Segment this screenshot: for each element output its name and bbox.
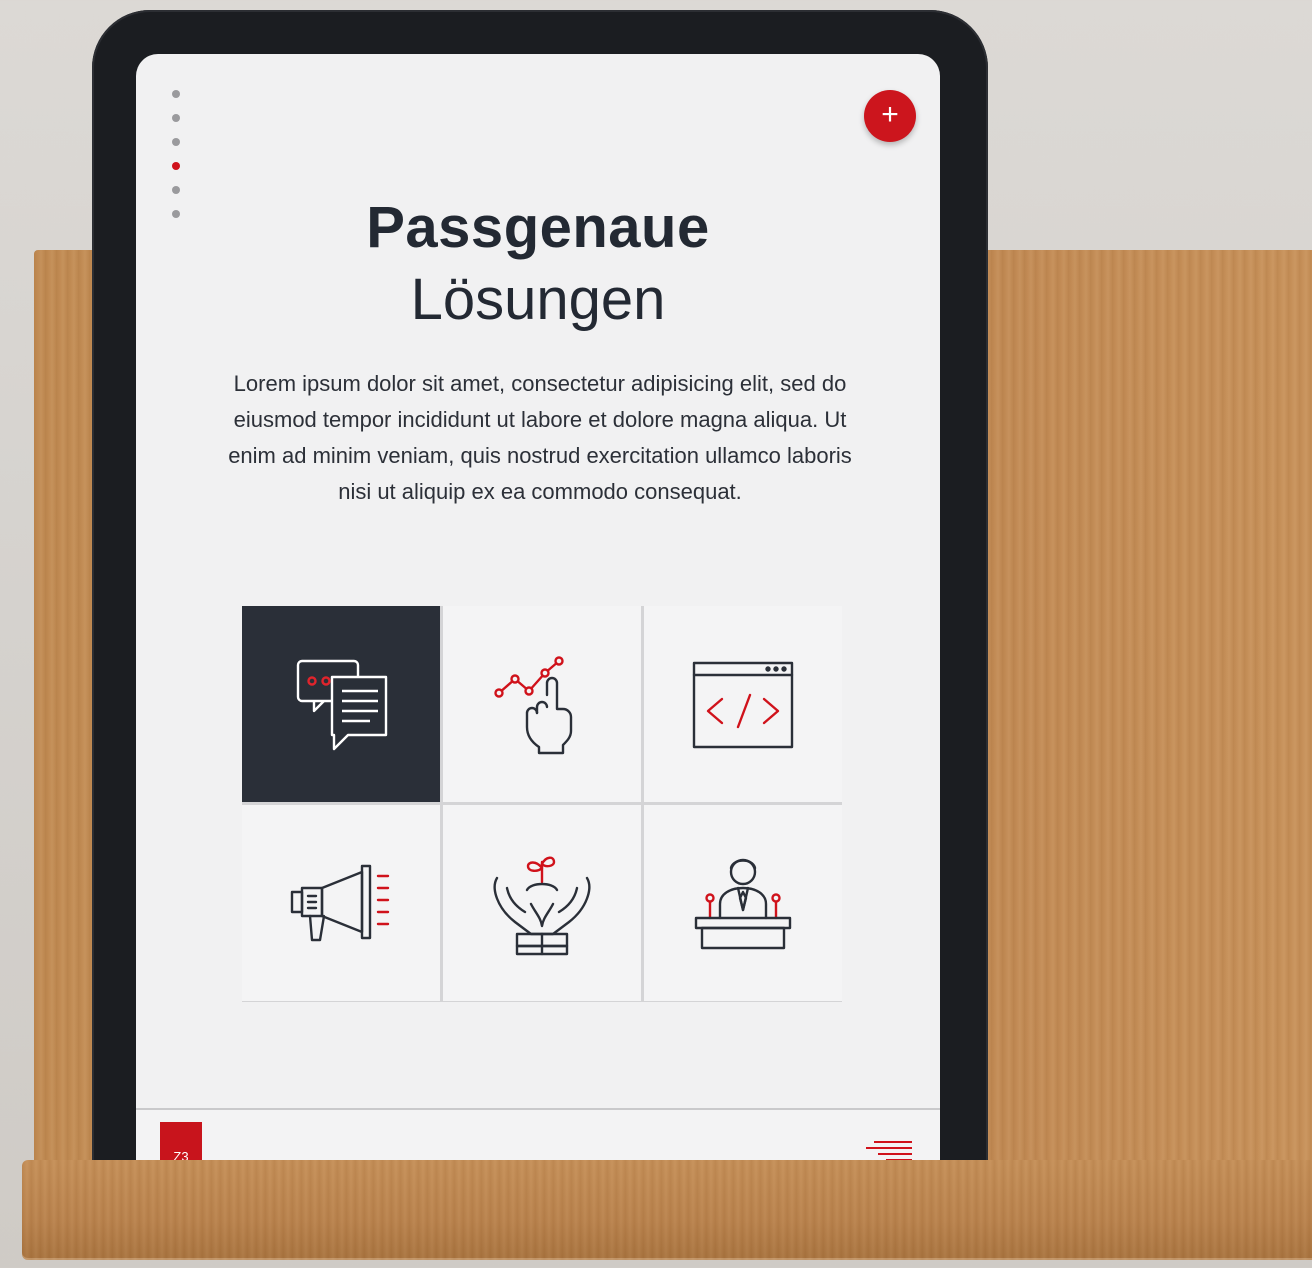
nav-dot-4-active[interactable] xyxy=(172,162,180,170)
nav-dot-3[interactable] xyxy=(172,138,180,146)
tile-communication[interactable] xyxy=(242,606,440,802)
nav-dot-2[interactable] xyxy=(172,114,180,122)
tile-development[interactable] xyxy=(644,606,842,802)
tile-consulting[interactable] xyxy=(644,805,842,1001)
chat-bubbles-icon xyxy=(296,659,388,751)
wooden-stand-tray xyxy=(22,1160,1312,1260)
nav-dot-1[interactable] xyxy=(172,90,180,98)
page-title: Passgenaue xyxy=(366,195,710,260)
page-subtitle: Lösungen xyxy=(410,267,666,332)
tile-growth[interactable] xyxy=(443,606,641,802)
menu-lines-icon[interactable] xyxy=(864,1140,914,1162)
intro-paragraph: Lorem ipsum dolor sit amet, consectetur … xyxy=(228,371,852,504)
tablet-screen: + Passgenaue Lösungen Lorem ipsum dolor … xyxy=(136,54,940,1164)
solutions-grid xyxy=(242,606,842,1002)
megaphone-icon xyxy=(290,864,390,942)
code-window-icon xyxy=(692,661,794,749)
bottom-bar: Z3 xyxy=(136,1108,940,1164)
speaker-podium-icon xyxy=(694,858,792,950)
tile-marketing[interactable] xyxy=(242,805,440,1001)
hands-plant-icon xyxy=(493,856,591,956)
tile-sustainability[interactable] xyxy=(443,805,641,1001)
touch-growth-chart-icon xyxy=(494,656,573,755)
nav-dot-5[interactable] xyxy=(172,186,180,194)
plus-button[interactable]: + xyxy=(864,90,916,142)
brand-logo[interactable]: Z3 xyxy=(160,1122,202,1164)
